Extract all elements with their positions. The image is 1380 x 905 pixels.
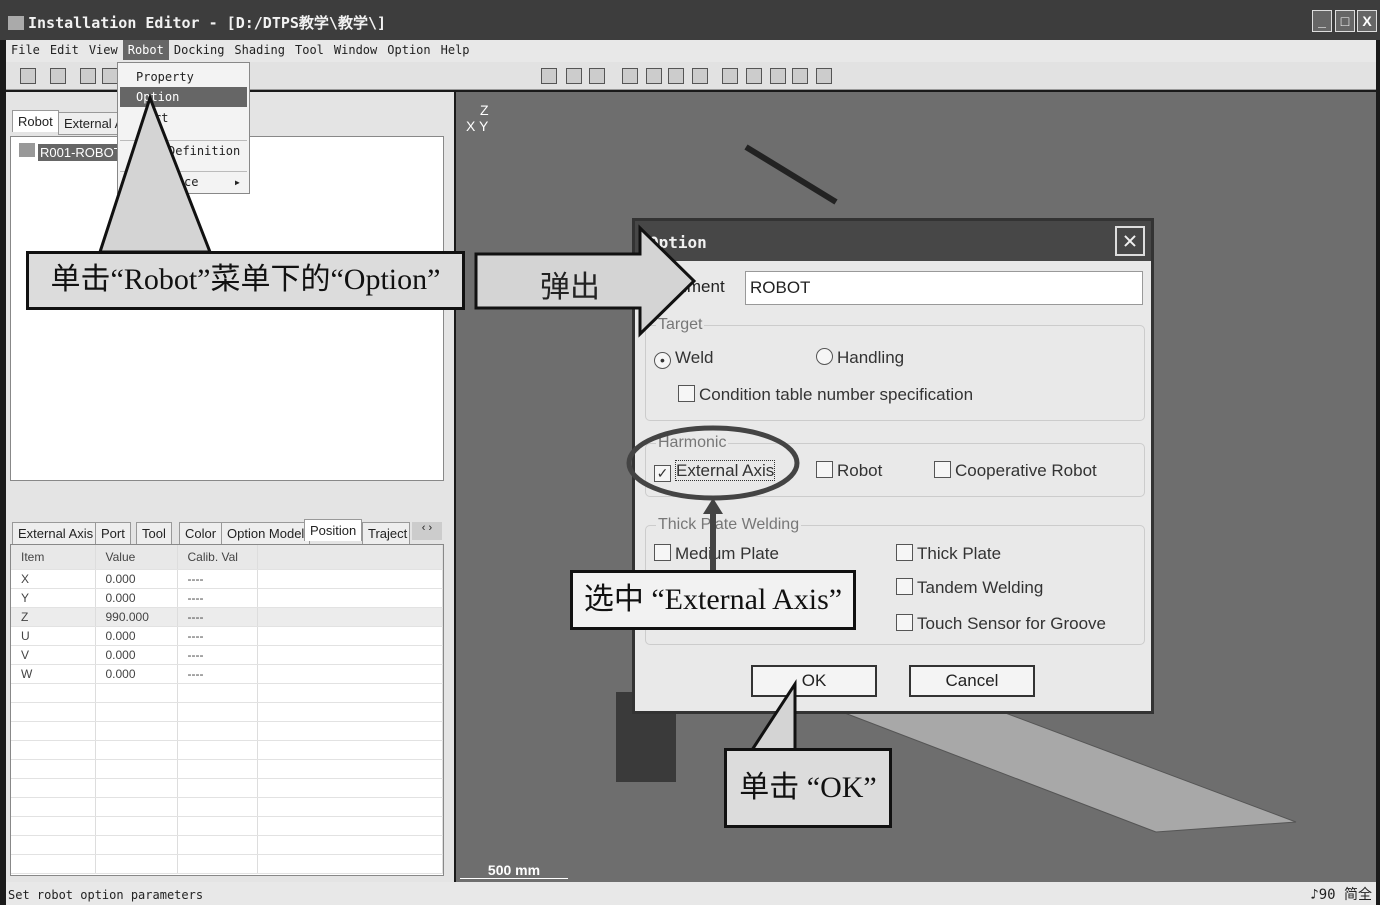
highlight-ellipse (626, 425, 800, 501)
annotation-popup: 弹出 (540, 271, 600, 304)
annotation-select-external-axis: 选中 “External Axis” (570, 570, 856, 630)
annotation-click-option: 单击“Robot”菜单下的“Option” (26, 251, 465, 310)
annotation-arrows (97, 93, 800, 752)
arrow-up-icon (703, 498, 723, 514)
annotation-click-ok: 单击 “OK” (724, 748, 892, 828)
callout-pointer-ok (749, 678, 797, 752)
callout-pointer-option (97, 93, 213, 254)
